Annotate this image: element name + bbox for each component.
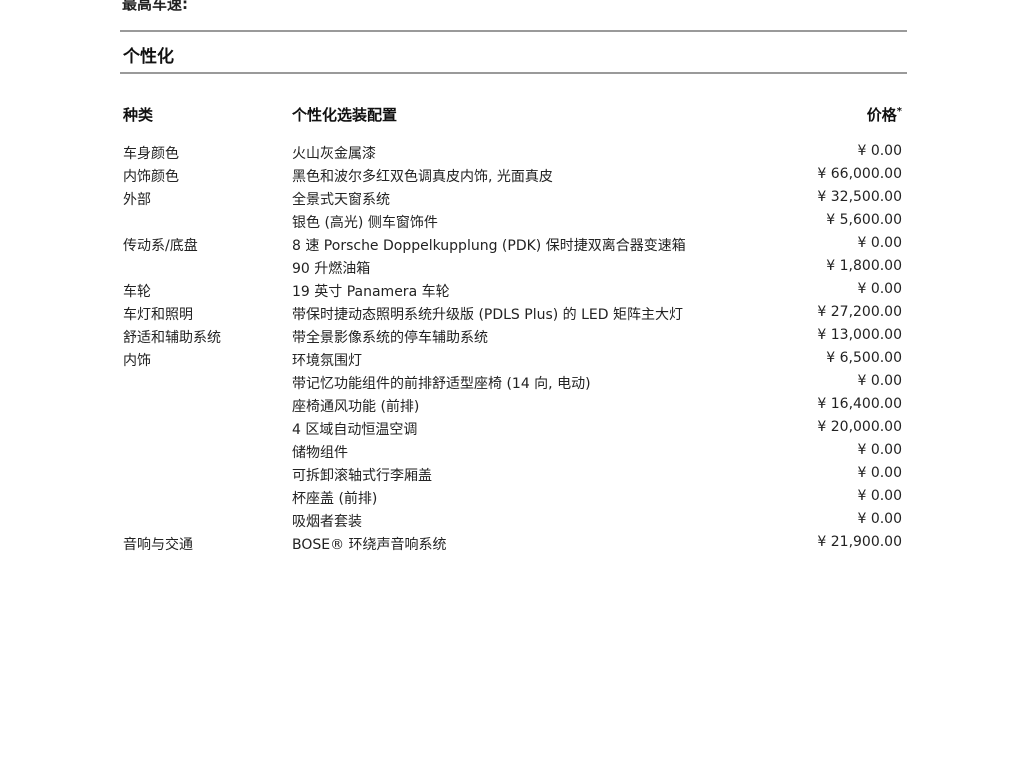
row-price: ¥ 0.00 xyxy=(857,442,902,458)
divider-bottom xyxy=(120,72,907,74)
table-row: 杯座盖 (前排) ¥ 0.00 xyxy=(0,486,1024,509)
table-row: 银色 (高光) 侧车窗饰件 ¥ 5,600.00 xyxy=(0,210,1024,233)
row-price: ¥ 0.00 xyxy=(857,373,902,389)
table-row: 车身颜色 火山灰金属漆 ¥ 0.00 xyxy=(0,141,1024,164)
table-row: 音响与交通 BOSE® 环绕声音响系统 ¥ 21,900.00 xyxy=(0,532,1024,555)
row-option: 带保时捷动态照明系统升级版 (PDLS Plus) 的 LED 矩阵主大灯 xyxy=(292,307,684,323)
row-price: ¥ 0.00 xyxy=(857,281,902,297)
row-category: 音响与交通 xyxy=(123,537,193,553)
row-option: 19 英寸 Panamera 车轮 xyxy=(292,284,450,300)
row-category: 舒适和辅助系统 xyxy=(123,330,221,346)
row-option: 8 速 Porsche Doppelkupplung (PDK) 保时捷双离合器… xyxy=(292,238,686,254)
row-option: 全景式天窗系统 xyxy=(292,192,390,208)
table-row: 车灯和照明 带保时捷动态照明系统升级版 (PDLS Plus) 的 LED 矩阵… xyxy=(0,302,1024,325)
row-price: ¥ 21,900.00 xyxy=(817,534,902,550)
row-category: 内饰 xyxy=(123,353,151,369)
section-title: 个性化 xyxy=(123,47,174,67)
cut-off-heading: 最高车速: xyxy=(122,0,188,13)
table-row: 舒适和辅助系统 带全景影像系统的停车辅助系统 ¥ 13,000.00 xyxy=(0,325,1024,348)
table-row: 座椅通风功能 (前排) ¥ 16,400.00 xyxy=(0,394,1024,417)
document-page: 最高车速: 个性化 种类 个性化选装配置 价格* 车身颜色 火山灰金属漆 ¥ 0… xyxy=(0,0,1024,768)
row-category: 车轮 xyxy=(123,284,151,300)
row-price: ¥ 0.00 xyxy=(857,465,902,481)
row-price: ¥ 0.00 xyxy=(857,511,902,527)
row-price: ¥ 6,500.00 xyxy=(826,350,902,366)
row-price: ¥ 5,600.00 xyxy=(826,212,902,228)
row-option: 带记忆功能组件的前排舒适型座椅 (14 向, 电动) xyxy=(292,376,591,392)
header-option: 个性化选装配置 xyxy=(292,106,398,124)
row-category: 内饰颜色 xyxy=(123,169,179,185)
row-price: ¥ 16,400.00 xyxy=(817,396,902,412)
row-option: 储物组件 xyxy=(292,445,348,461)
row-option: 吸烟者套装 xyxy=(292,514,362,530)
row-category: 车身颜色 xyxy=(123,146,179,162)
header-price-footnote-mark: * xyxy=(896,106,902,117)
divider-top xyxy=(120,30,907,32)
row-option: 带全景影像系统的停车辅助系统 xyxy=(292,330,488,346)
options-table: 车身颜色 火山灰金属漆 ¥ 0.00 内饰颜色 黑色和波尔多红双色调真皮内饰, … xyxy=(0,141,1024,555)
header-price-label: 价格 xyxy=(866,106,897,124)
header-category: 种类 xyxy=(123,106,154,124)
row-option: 座椅通风功能 (前排) xyxy=(292,399,420,415)
table-row: 传动系/底盘 8 速 Porsche Doppelkupplung (PDK) … xyxy=(0,233,1024,256)
row-option: 火山灰金属漆 xyxy=(292,146,376,162)
row-option: 杯座盖 (前排) xyxy=(292,491,378,507)
table-row: 带记忆功能组件的前排舒适型座椅 (14 向, 电动) ¥ 0.00 xyxy=(0,371,1024,394)
row-category: 传动系/底盘 xyxy=(123,238,198,254)
row-option: 环境氛围灯 xyxy=(292,353,362,369)
row-option: 可拆卸滚轴式行李厢盖 xyxy=(292,468,432,484)
table-row: 90 升燃油箱 ¥ 1,800.00 xyxy=(0,256,1024,279)
table-row: 内饰 环境氛围灯 ¥ 6,500.00 xyxy=(0,348,1024,371)
row-option: 银色 (高光) 侧车窗饰件 xyxy=(292,215,438,231)
row-price: ¥ 1,800.00 xyxy=(826,258,902,274)
header-price: 价格* xyxy=(867,104,902,125)
table-row: 外部 全景式天窗系统 ¥ 32,500.00 xyxy=(0,187,1024,210)
row-price: ¥ 20,000.00 xyxy=(817,419,902,435)
row-price: ¥ 32,500.00 xyxy=(817,189,902,205)
row-price: ¥ 0.00 xyxy=(857,143,902,159)
table-row: 储物组件 ¥ 0.00 xyxy=(0,440,1024,463)
row-option: BOSE® 环绕声音响系统 xyxy=(292,537,447,553)
row-price: ¥ 0.00 xyxy=(857,235,902,251)
row-price: ¥ 27,200.00 xyxy=(817,304,902,320)
row-price: ¥ 66,000.00 xyxy=(817,166,902,182)
row-price: ¥ 0.00 xyxy=(857,488,902,504)
table-row: 4 区域自动恒温空调 ¥ 20,000.00 xyxy=(0,417,1024,440)
row-category: 外部 xyxy=(123,192,151,208)
row-option: 4 区域自动恒温空调 xyxy=(292,422,418,438)
table-row: 内饰颜色 黑色和波尔多红双色调真皮内饰, 光面真皮 ¥ 66,000.00 xyxy=(0,164,1024,187)
row-price: ¥ 13,000.00 xyxy=(817,327,902,343)
table-row: 车轮 19 英寸 Panamera 车轮 ¥ 0.00 xyxy=(0,279,1024,302)
row-category: 车灯和照明 xyxy=(123,307,193,323)
table-row: 吸烟者套装 ¥ 0.00 xyxy=(0,509,1024,532)
table-row: 可拆卸滚轴式行李厢盖 ¥ 0.00 xyxy=(0,463,1024,486)
row-option: 90 升燃油箱 xyxy=(292,261,371,277)
row-option: 黑色和波尔多红双色调真皮内饰, 光面真皮 xyxy=(292,169,553,185)
